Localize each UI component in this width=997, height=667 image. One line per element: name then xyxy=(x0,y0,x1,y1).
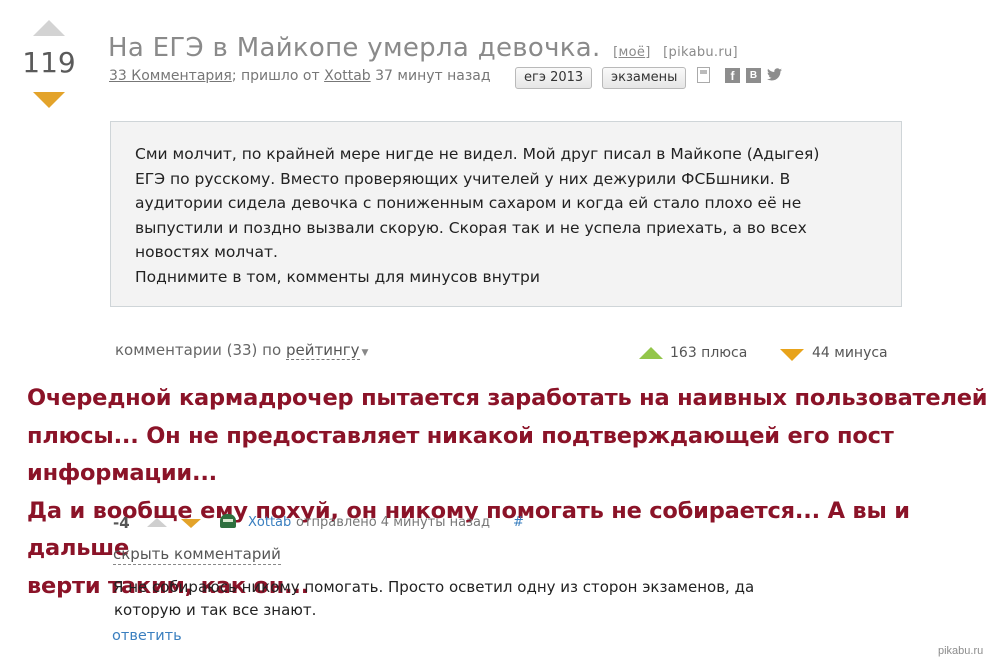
story-line: Поднимите в том, комменты для минусов вн… xyxy=(135,267,540,286)
avatar[interactable] xyxy=(220,514,236,528)
overlay-line: Очередной кармадрочер пытается заработат… xyxy=(27,385,988,411)
overlay-caption: Очередной кармадрочер пытается заработат… xyxy=(27,380,992,605)
reply-link[interactable]: ответить xyxy=(112,628,182,644)
meta-text: ; пришло от xyxy=(231,68,320,84)
twitter-icon[interactable] xyxy=(767,68,782,83)
story-line: Сми молчит, по крайней мере нигде не вид… xyxy=(135,145,820,163)
minus-arrow-icon xyxy=(780,349,804,361)
story-box: Сми молчит, по крайней мере нигде не вид… xyxy=(110,121,902,307)
minus-count: 44 минуса xyxy=(812,345,888,361)
overlay-line: плюсы... Он не предоставляет никакой под… xyxy=(27,422,894,487)
post-title-row: На ЕГЭ в Майкопе умерла девочка. [моё] [… xyxy=(108,33,738,63)
vk-icon[interactable]: B xyxy=(746,68,761,83)
comment-timestamp: отправлено 4 минуты назад xyxy=(296,515,490,530)
comment-rating: -4 xyxy=(113,514,130,532)
upvote-arrow-icon[interactable] xyxy=(33,20,65,36)
post-time: 37 минут назад xyxy=(375,68,491,84)
post-title[interactable]: На ЕГЭ в Майкопе умерла девочка. xyxy=(108,33,601,63)
comment-text: Я не собираюсь никому помогать. Просто о… xyxy=(113,576,813,622)
comment-upvote-icon[interactable] xyxy=(147,518,167,527)
comments-header: комментарии (33) по рейтингу ▼ xyxy=(115,341,369,360)
tag-moe-link[interactable]: моё xyxy=(619,45,646,60)
tag-button[interactable]: экзамены xyxy=(602,67,687,89)
comment-author-link[interactable]: Xottab xyxy=(248,515,291,530)
comments-count-link[interactable]: 33 Комментария xyxy=(109,68,232,84)
downvote-arrow-icon[interactable] xyxy=(33,92,65,108)
watermark: pikabu.ru xyxy=(938,645,984,657)
comment-permalink[interactable]: # xyxy=(513,515,524,530)
save-icon[interactable] xyxy=(697,67,710,83)
comments-prefix: комментарии (33) по xyxy=(115,341,282,359)
author-link[interactable]: Xottab xyxy=(324,68,371,84)
comment-line: которую и так все знают. xyxy=(114,601,317,619)
plus-count: 163 плюса xyxy=(670,345,748,361)
hide-comment-link[interactable]: скрыть комментарий xyxy=(113,545,281,565)
comment-downvote-icon[interactable] xyxy=(181,519,201,528)
facebook-icon[interactable]: f xyxy=(725,68,740,83)
story-line: аудитории сидела девочка с пониженным са… xyxy=(135,194,802,212)
story-text: Сми молчит, по крайней мере нигде не вид… xyxy=(135,142,865,289)
story-line: выпустили и поздно вызвали скорую. Скора… xyxy=(135,218,807,237)
sort-dropdown[interactable]: рейтингу xyxy=(285,341,360,360)
tag-button[interactable]: егэ 2013 xyxy=(515,67,593,89)
story-line: ЕГЭ по русскому. Вместо проверяющих учит… xyxy=(135,169,791,188)
source-link[interactable]: [pikabu.ru] xyxy=(663,45,738,60)
post-meta: 33 Комментария; пришло от Xottab 37 мину… xyxy=(109,68,491,84)
comment-line: Я не собираюсь никому помогать. Просто о… xyxy=(113,578,755,596)
chevron-down-icon[interactable]: ▼ xyxy=(362,348,369,358)
post-rating: 119 xyxy=(22,46,76,79)
plus-arrow-icon xyxy=(639,347,663,359)
story-line: новостях молчат. xyxy=(135,243,278,261)
